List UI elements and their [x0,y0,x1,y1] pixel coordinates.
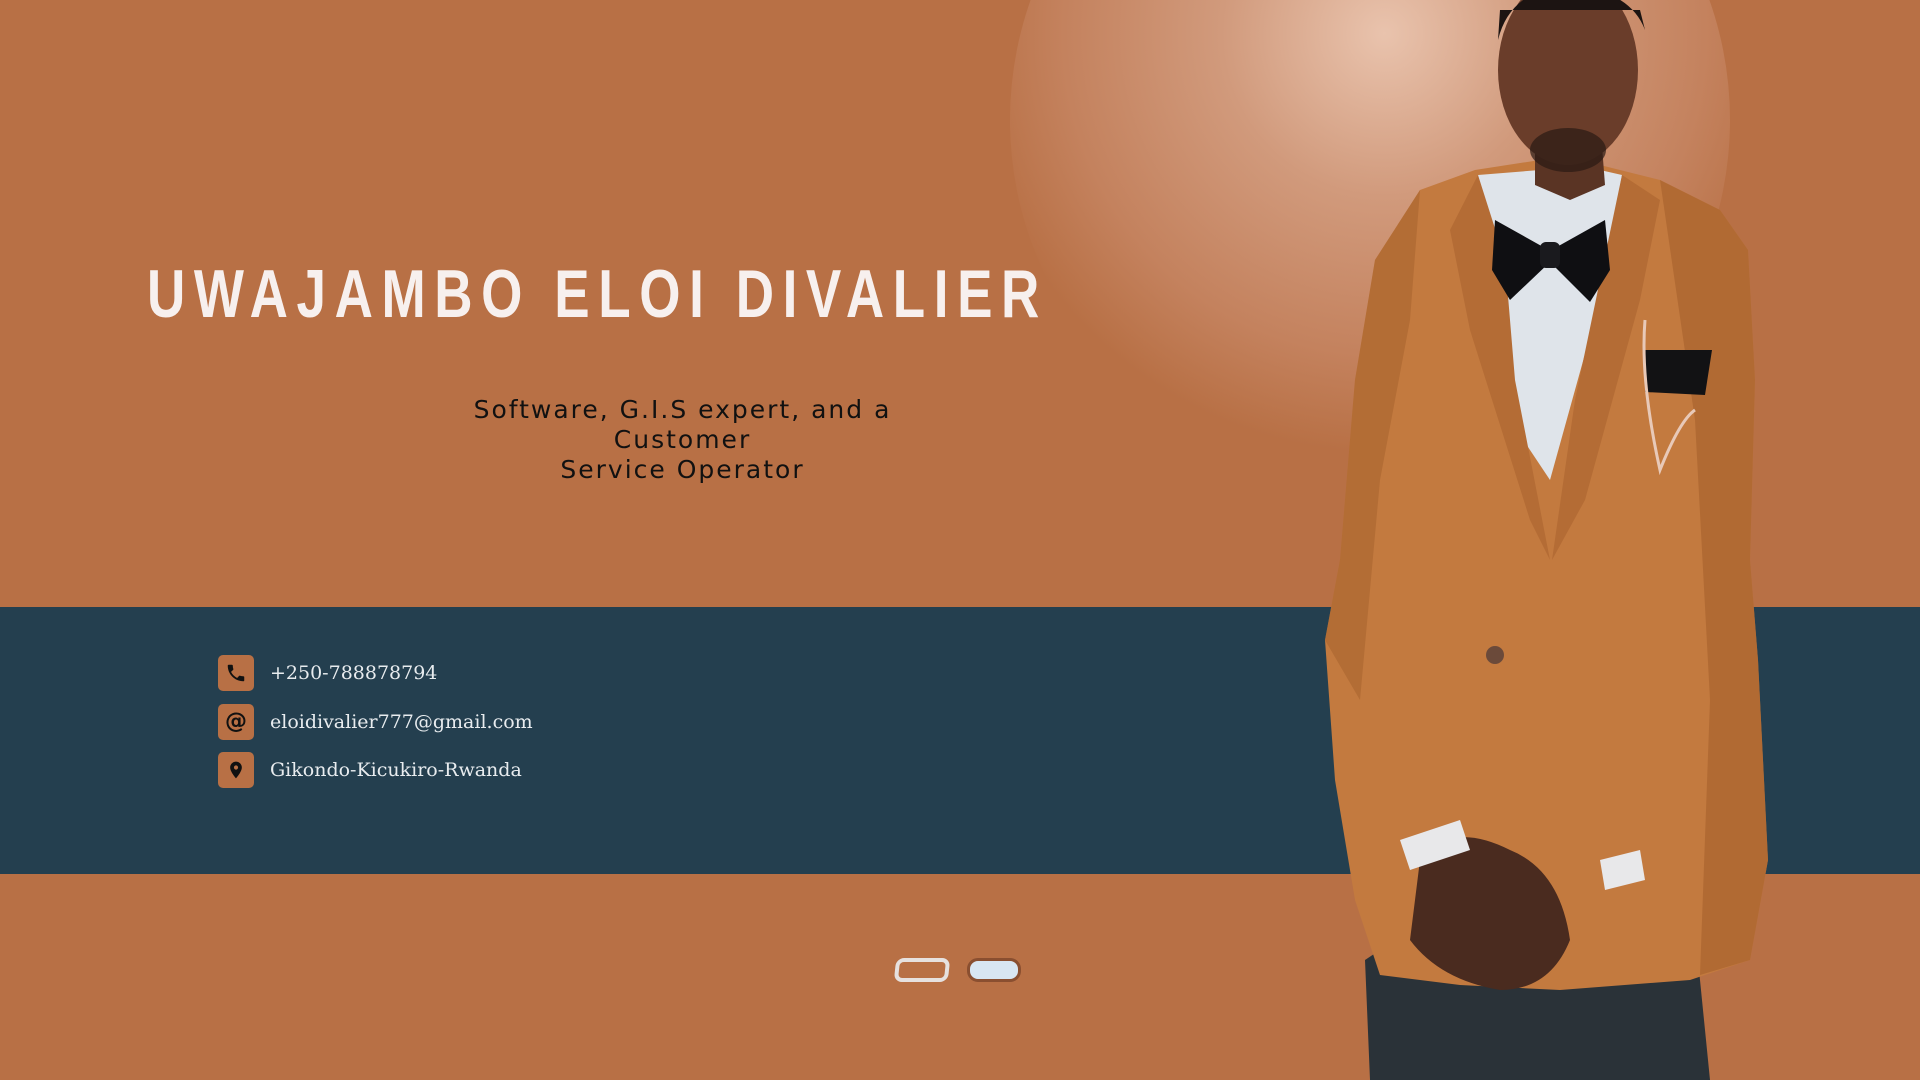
contact-email-text: eloidivalier777@gmail.com [270,710,533,733]
map-pin-icon [218,752,254,788]
at-icon: @ [218,703,254,740]
subtitle-line-2: Service Operator [560,455,805,484]
profile-name: UWAJAMBO ELOI DIVALIER [147,256,1048,332]
subtitle-line-1: Software, G.I.S expert, and a Customer [473,395,892,454]
contact-location-text: Gikondo-Kicukiro-Rwanda [270,759,522,781]
profile-photo [1325,0,1768,1080]
at-symbol: @ [225,708,247,734]
contact-phone-text: +250-788878794 [270,662,438,684]
phone-icon [218,655,254,691]
pager-dot-1[interactable] [893,958,951,982]
profile-subtitle: Software, G.I.S expert, and a Customer S… [410,395,955,485]
slide-pager [893,958,1021,982]
contact-location[interactable]: Gikondo-Kicukiro-Rwanda [218,752,533,788]
contact-list: +250-788878794 @ eloidivalier777@gmail.c… [218,655,533,801]
contact-email[interactable]: @ eloidivalier777@gmail.com [218,703,533,740]
pager-dot-2-active[interactable] [967,958,1021,982]
contact-phone[interactable]: +250-788878794 [218,655,533,691]
